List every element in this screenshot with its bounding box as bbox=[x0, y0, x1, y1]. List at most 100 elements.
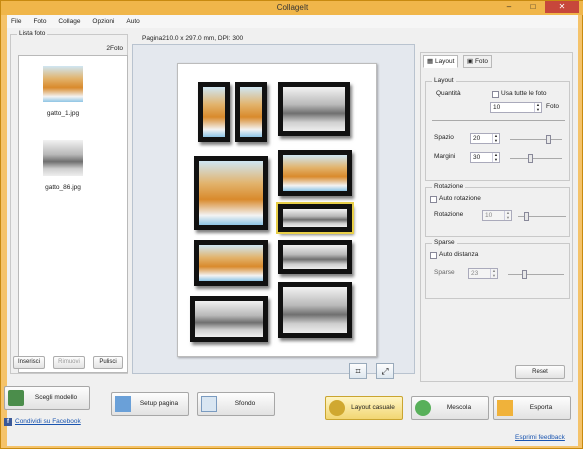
page-info: Pagina210.0 x 297.0 mm, DPI: 300 bbox=[142, 35, 244, 42]
spinner-arrows-icon[interactable]: ▲ ▼ bbox=[504, 210, 511, 220]
rotation-group-label: Rotazione bbox=[432, 183, 466, 190]
quantity-slider[interactable] bbox=[432, 120, 565, 121]
insert-button[interactable]: Inserisci bbox=[13, 356, 45, 369]
main-area: Lista foto 2Foto gatto_1.jpg gatto_86.jp… bbox=[4, 28, 578, 446]
photo-list[interactable]: gatto_1.jpg gatto_86.jpg bbox=[18, 55, 128, 373]
quantity-input[interactable]: 10 ▲ ▼ bbox=[490, 102, 542, 113]
use-all-photos-label: Usa tutte le foto bbox=[501, 90, 547, 97]
page-setup-button[interactable]: Setup pagina bbox=[111, 392, 189, 416]
menu-file[interactable]: File bbox=[7, 15, 21, 28]
photo-count: 2Foto bbox=[106, 45, 123, 52]
background-button[interactable]: Sfondo bbox=[197, 392, 275, 416]
facebook-share-link[interactable]: Condividi su Facebook bbox=[15, 418, 81, 425]
crop-icon[interactable]: ⌗ bbox=[349, 363, 367, 379]
settings-panel: ▦ Layout ▣ Foto Layout Quantità Usa tutt… bbox=[420, 52, 573, 382]
background-icon bbox=[201, 396, 217, 412]
list-item[interactable]: gatto_86.jpg bbox=[33, 140, 93, 191]
collage-photo[interactable] bbox=[278, 150, 352, 196]
minimize-button[interactable]: – bbox=[497, 1, 521, 13]
space-input[interactable]: 20 ▲ ▼ bbox=[470, 133, 500, 144]
close-button[interactable]: ✕ bbox=[545, 1, 579, 13]
page-setup-icon bbox=[115, 396, 131, 412]
choose-model-label: Scegli modello bbox=[34, 394, 78, 401]
auto-rotation-checkbox[interactable] bbox=[430, 196, 437, 203]
quantity-value: 10 bbox=[493, 104, 501, 111]
rotation-group: Rotazione Auto rotazione Rotazione 10 ▲ ▼ bbox=[425, 183, 570, 237]
space-label: Spazio bbox=[434, 134, 454, 141]
shuffle-button[interactable]: Mescola bbox=[411, 396, 489, 420]
margin-label: Margini bbox=[434, 153, 456, 160]
title-bar[interactable]: CollageIt – □ ✕ bbox=[1, 1, 583, 15]
spinner-arrows-icon[interactable]: ▲ ▼ bbox=[534, 102, 541, 112]
sparse-slider-thumb[interactable] bbox=[522, 270, 527, 279]
list-item[interactable]: gatto_1.jpg bbox=[33, 66, 93, 117]
collage-photo[interactable] bbox=[278, 82, 350, 136]
template-icon bbox=[8, 390, 24, 406]
sparse-label: Sparse bbox=[434, 269, 455, 276]
export-button[interactable]: Esporta bbox=[493, 396, 571, 420]
sparse-group-label: Sparse bbox=[432, 239, 457, 246]
photo-thumbnail bbox=[43, 140, 83, 176]
menu-auto[interactable]: Auto bbox=[122, 15, 139, 28]
rotation-slider[interactable] bbox=[518, 212, 566, 221]
export-label: Esporta bbox=[529, 404, 553, 411]
dice-icon bbox=[329, 400, 345, 416]
rotation-slider-thumb[interactable] bbox=[524, 212, 529, 221]
auto-rotation-label: Auto rotazione bbox=[439, 195, 481, 202]
choose-model-button[interactable]: Scegli modello bbox=[4, 386, 90, 410]
maximize-button[interactable]: □ bbox=[521, 1, 545, 13]
spinner-arrows-icon[interactable]: ▲ ▼ bbox=[492, 133, 499, 143]
fit-page-icon[interactable]: ⤢ bbox=[376, 363, 394, 379]
rotation-input[interactable]: 10 ▲ ▼ bbox=[482, 210, 512, 221]
collage-photo[interactable] bbox=[194, 156, 268, 230]
collage-page bbox=[177, 63, 377, 357]
margin-slider[interactable] bbox=[510, 154, 562, 163]
collage-photo[interactable] bbox=[235, 82, 267, 142]
space-slider[interactable] bbox=[510, 135, 562, 144]
feedback-link[interactable]: Esprimi feedback bbox=[515, 434, 565, 441]
spinner-arrows-icon[interactable]: ▲ ▼ bbox=[492, 152, 499, 162]
collage-photo[interactable] bbox=[278, 282, 352, 338]
tab-layout-label: Layout bbox=[434, 58, 455, 65]
spinner-arrows-icon[interactable]: ▲ ▼ bbox=[490, 268, 497, 278]
photo-thumbnail bbox=[43, 66, 83, 102]
collage-photo[interactable] bbox=[190, 296, 268, 342]
layout-tab-icon: ▦ bbox=[427, 58, 435, 65]
space-value: 20 bbox=[473, 135, 481, 142]
export-icon bbox=[497, 400, 513, 416]
collage-photo[interactable] bbox=[278, 240, 352, 274]
tab-foto[interactable]: ▣ Foto bbox=[463, 55, 492, 68]
collage-photo-selected[interactable] bbox=[276, 202, 354, 234]
rotation-value: 10 bbox=[485, 212, 493, 219]
photo-tab-icon: ▣ bbox=[467, 58, 475, 65]
menu-collage[interactable]: Collage bbox=[54, 15, 80, 28]
facebook-icon[interactable]: f bbox=[4, 418, 12, 426]
auto-distance-checkbox[interactable] bbox=[430, 252, 437, 259]
rotation-label: Rotazione bbox=[434, 211, 464, 218]
photo-list-group: Lista foto 2Foto gatto_1.jpg gatto_86.jp… bbox=[10, 30, 128, 374]
margin-input[interactable]: 30 ▲ ▼ bbox=[470, 152, 500, 163]
background-label: Sfondo bbox=[234, 400, 256, 407]
use-all-photos-checkbox[interactable] bbox=[492, 91, 499, 98]
sparse-group: Sparse Auto distanza Sparse 23 ▲ ▼ bbox=[425, 239, 570, 299]
collage-photo[interactable] bbox=[194, 240, 268, 286]
menu-bar: File Foto Collage Opzioni Auto bbox=[7, 15, 578, 28]
collage-photo[interactable] bbox=[198, 82, 230, 142]
sparse-input[interactable]: 23 ▲ ▼ bbox=[468, 268, 498, 279]
quantity-label: Quantità bbox=[436, 90, 461, 97]
photo-filename: gatto_1.jpg bbox=[46, 110, 80, 117]
remove-button[interactable]: Rimuovi bbox=[53, 356, 85, 369]
margin-slider-thumb[interactable] bbox=[528, 154, 533, 163]
reset-button[interactable]: Reset bbox=[515, 365, 565, 379]
clear-button[interactable]: Pulisci bbox=[93, 356, 123, 369]
window-title: CollageIt bbox=[276, 3, 309, 12]
tab-layout[interactable]: ▦ Layout bbox=[423, 55, 459, 68]
menu-opzioni[interactable]: Opzioni bbox=[88, 15, 114, 28]
sparse-slider[interactable] bbox=[508, 270, 564, 279]
photo-filename: gatto_86.jpg bbox=[45, 184, 81, 191]
random-layout-button[interactable]: Layout casuale bbox=[325, 396, 403, 420]
collage-canvas[interactable] bbox=[132, 44, 415, 374]
space-slider-thumb[interactable] bbox=[546, 135, 551, 144]
menu-foto[interactable]: Foto bbox=[29, 15, 46, 28]
tab-foto-label: Foto bbox=[474, 58, 488, 65]
